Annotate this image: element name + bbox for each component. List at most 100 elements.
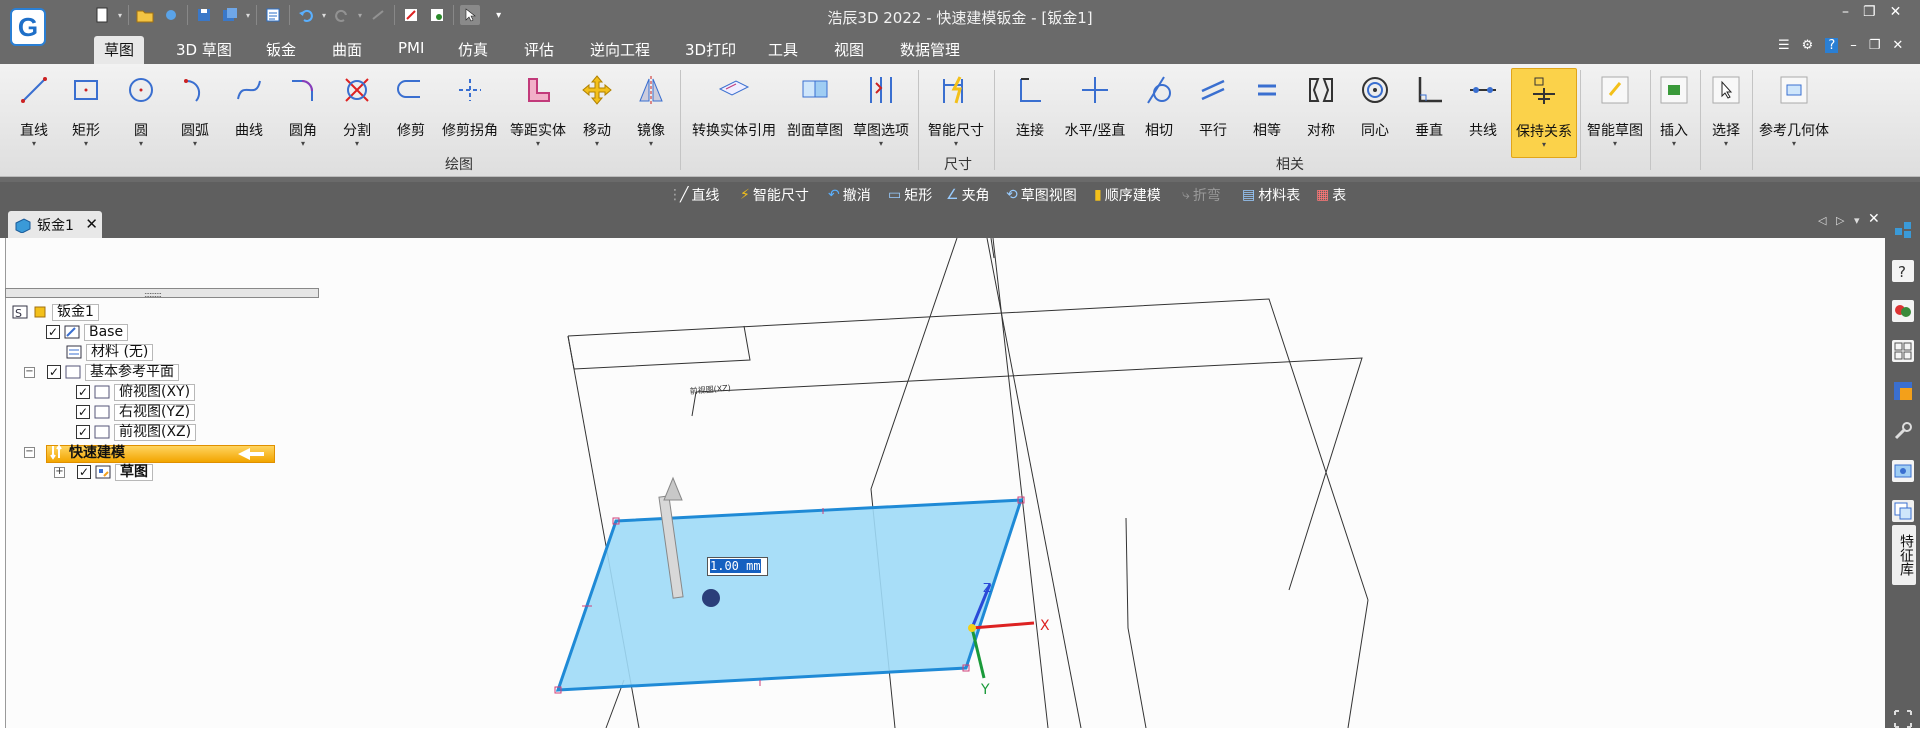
equal-button[interactable]: 相等 [1247, 68, 1287, 150]
select-button[interactable]: 选择 ▾ [1706, 68, 1746, 150]
coincident-button[interactable]: 连接 [1010, 68, 1050, 150]
tree-item-plane-xz[interactable]: ✓ 前视图(XZ) [76, 423, 197, 441]
visibility-checkbox[interactable]: ✓ [47, 365, 61, 379]
chevron-down-icon[interactable]: ▾ [358, 11, 362, 20]
tab-view[interactable]: 视图 [824, 36, 874, 64]
tab-sketch[interactable]: 草图 [94, 36, 145, 64]
tool-wrench-icon[interactable] [1892, 420, 1914, 442]
save-all-icon[interactable] [220, 5, 240, 25]
redo-icon[interactable] [332, 5, 352, 25]
smart-sketch-button[interactable]: 智能草图 ▾ [1584, 68, 1646, 150]
rectangle-button[interactable]: 矩形 ▾ [66, 68, 106, 150]
help-icon[interactable]: ? [1825, 38, 1839, 53]
minimize-button[interactable]: – [1842, 4, 1849, 20]
doc-list-icon[interactable]: ▾ [1854, 214, 1860, 227]
doc-prev-icon[interactable]: ◁ [1818, 214, 1826, 227]
trim-corner-button[interactable]: 修剪拐角 [437, 68, 503, 150]
document-tab[interactable]: 钣金1 ✕ [8, 211, 102, 238]
ctx-angle-button[interactable]: ∠ 夹角 [946, 185, 990, 205]
mirror-button[interactable]: 镜像 ▾ [631, 68, 671, 150]
palette-icon[interactable] [1892, 340, 1914, 362]
image-capture-icon[interactable] [1892, 460, 1914, 482]
tab-surface[interactable]: 曲面 [322, 36, 372, 64]
chevron-down-icon[interactable]: ▾ [322, 11, 326, 20]
undo-icon[interactable] [296, 5, 316, 25]
appearance-icon[interactable] [1892, 300, 1914, 322]
properties-icon[interactable] [263, 5, 283, 25]
expand-panel-icon[interactable] [1892, 708, 1914, 730]
tree-item-plane-xy[interactable]: ✓ 俯视图(XY) [76, 383, 196, 401]
smart-dimension-button[interactable]: 智能尺寸 ▾ [924, 68, 988, 150]
new-file-icon[interactable] [92, 5, 112, 25]
ctx-undo-button[interactable]: ↶ 撤消 [828, 185, 871, 205]
feature-library-icon[interactable] [1892, 500, 1914, 522]
tab-reverse-engineering[interactable]: 逆向工程 [580, 36, 660, 64]
open-folder-icon[interactable] [135, 5, 155, 25]
tangent-button[interactable]: 相切 [1139, 68, 1179, 150]
tab-pmi[interactable]: PMI [388, 36, 434, 64]
tab-3d-print[interactable]: 3D打印 [675, 36, 746, 64]
fillet-button[interactable]: 圆角 ▾ [283, 68, 323, 150]
ctx-bend-button[interactable]: ⤷ 折弯 [1182, 185, 1221, 205]
ctx-bom-button[interactable]: ▤ 材料表 [1242, 185, 1300, 205]
split-button[interactable]: 分割 ▾ [337, 68, 377, 150]
doc-close-button[interactable]: ✕ [1892, 38, 1903, 53]
options-icon[interactable] [427, 5, 447, 25]
ctx-line-button[interactable]: ╱ 直线 [680, 185, 719, 205]
tab-data-management[interactable]: 数据管理 [890, 36, 970, 64]
convert-entities-button[interactable]: 转换实体引用 [688, 68, 780, 150]
parallel-button[interactable]: 平行 [1193, 68, 1233, 150]
line-button[interactable]: 直线 ▾ [14, 68, 54, 150]
doc-next-icon[interactable]: ▷ [1836, 214, 1844, 227]
save-icon[interactable] [194, 5, 214, 25]
perpendicular-button[interactable]: 垂直 [1409, 68, 1449, 150]
chevron-down-icon[interactable]: ▾ [118, 11, 122, 20]
dimension-input[interactable]: 1.00 mm [707, 557, 768, 576]
collinear-button[interactable]: 共线 [1463, 68, 1503, 150]
keep-relations-button[interactable]: 保持关系 ▾ [1511, 68, 1577, 158]
sketch-options-button[interactable]: 草图选项 ▾ [850, 68, 912, 150]
arc-button[interactable]: 圆弧 ▾ [175, 68, 215, 150]
color-scheme-icon[interactable] [1892, 380, 1914, 402]
settings-gear-icon[interactable]: ⚙ [1802, 38, 1814, 53]
tree-item-plane-yz[interactable]: ✓ 右视图(YZ) [76, 403, 196, 421]
collapse-icon[interactable]: − [24, 446, 35, 458]
ctx-rectangle-button[interactable]: ▭ 矩形 [888, 185, 932, 205]
close-tab-icon[interactable]: ✕ [85, 215, 98, 233]
move-button[interactable]: 移动 ▾ [577, 68, 617, 150]
reference-geometry-button[interactable]: 参考几何体 ▾ [1756, 68, 1832, 150]
tab-sheet-metal[interactable]: 钣金 [256, 36, 306, 64]
tree-item-base[interactable]: ✓ Base [46, 323, 129, 341]
visibility-checkbox[interactable]: ✓ [76, 425, 90, 439]
visibility-checkbox[interactable]: ✓ [76, 385, 90, 399]
doc-restore-button[interactable]: ❐ [1869, 38, 1881, 53]
tree-root[interactable]: S 钣金1 [12, 303, 99, 321]
symmetric-button[interactable]: 对称 [1301, 68, 1341, 150]
visibility-checkbox[interactable]: ✓ [77, 465, 91, 479]
doc-close-all-icon[interactable]: ✕ [1868, 211, 1880, 227]
tab-tools[interactable]: 工具 [758, 36, 808, 64]
trim-button[interactable]: 修剪 [391, 68, 431, 150]
rebuild-icon[interactable] [401, 5, 421, 25]
ribbon-menu-icon[interactable]: ☰ [1778, 38, 1790, 53]
open-recent-icon[interactable] [161, 5, 181, 25]
repeat-icon[interactable] [368, 5, 388, 25]
ctx-table-button[interactable]: ▦ 表 [1316, 185, 1346, 205]
tree-item-material[interactable]: 材料 (无) [66, 343, 154, 361]
offset-entities-button[interactable]: 等距实体 ▾ [505, 68, 571, 150]
select-cursor-icon[interactable] [460, 5, 481, 25]
close-button[interactable]: ✕ [1890, 4, 1902, 20]
tree-item-sketch[interactable]: + ✓ 草图 [54, 463, 153, 481]
circle-button[interactable]: 圆 ▾ [121, 68, 161, 150]
insert-button[interactable]: 插入 ▾ [1654, 68, 1694, 150]
curve-button[interactable]: 曲线 [229, 68, 269, 150]
customize-toolbar-icon[interactable]: ▾ [496, 10, 501, 21]
feature-library-tab[interactable]: 特征库 [1892, 525, 1916, 585]
section-sketch-button[interactable]: 剖面草图 [784, 68, 846, 150]
chevron-down-icon[interactable]: ▾ [246, 11, 250, 20]
ctx-smart-dimension-button[interactable]: ⚡ 智能尺寸 [740, 185, 809, 205]
horizontal-vertical-button[interactable]: 水平/竖直 [1060, 68, 1130, 150]
visibility-checkbox[interactable]: ✓ [46, 325, 60, 339]
design-library-icon[interactable] [1892, 218, 1914, 240]
maximize-button[interactable]: ❐ [1863, 4, 1876, 20]
